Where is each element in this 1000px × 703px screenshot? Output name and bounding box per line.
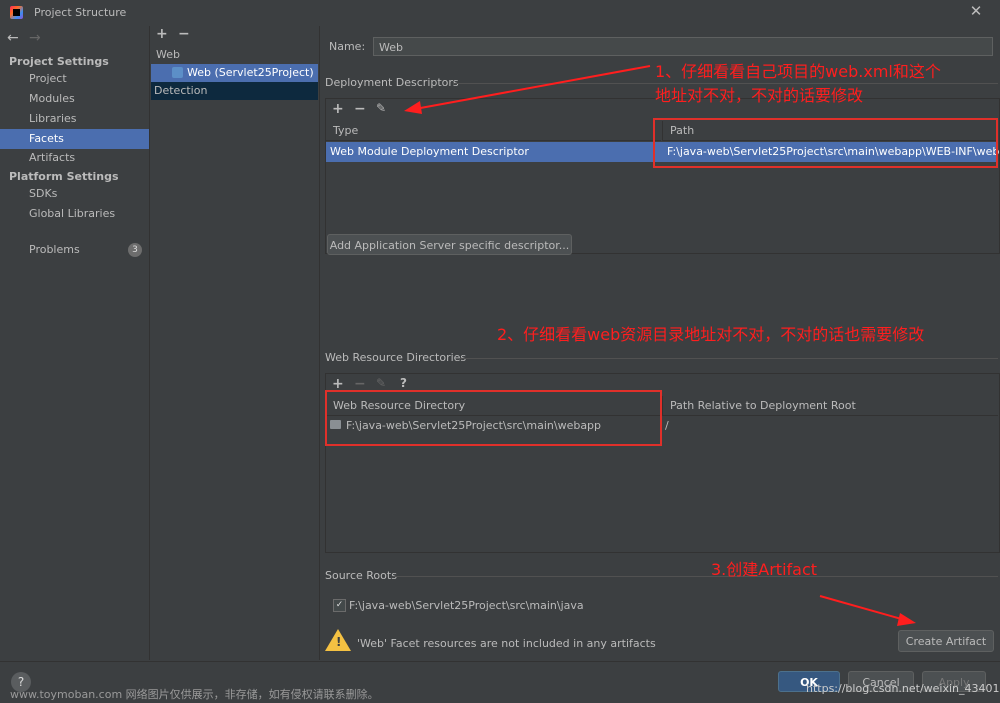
arrow-1 xyxy=(404,65,651,114)
watermark-right: https://blog.csdn.net/weixin_43401839 xyxy=(806,682,1000,695)
dialog-footer: ? OK Cancel Apply www.toymoban.com 网络图片仅… xyxy=(0,661,1000,703)
arrow-3 xyxy=(819,595,916,626)
annotation-1-line2: 地址对不对，不对的话要修改 xyxy=(655,86,864,105)
annotation-1-line1: 1、仔细看看自己项目的web.xml和这个 xyxy=(655,62,941,81)
annotation-3: 3.创建Artifact xyxy=(711,560,818,579)
watermark-left: www.toymoban.com 网络图片仅供展示，非存储，如有侵权请联系删除。 xyxy=(10,688,379,701)
annotation-2: 2、仔细看看web资源目录地址对不对，不对的话也需要修改 xyxy=(497,325,925,344)
